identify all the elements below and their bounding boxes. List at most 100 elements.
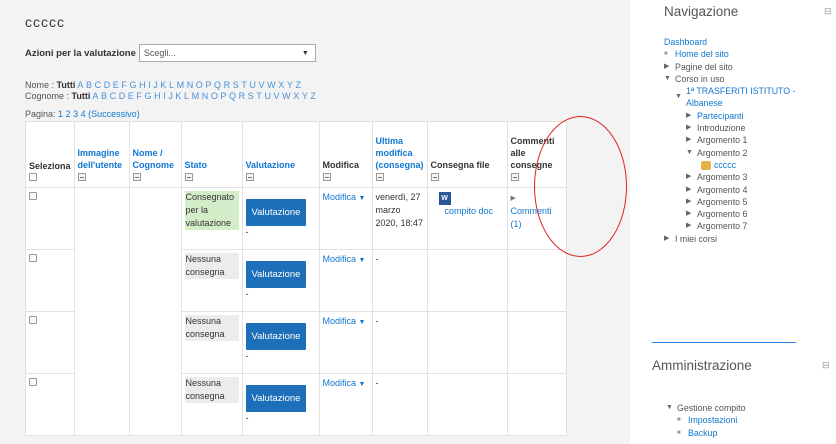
page-link[interactable]: 3	[73, 109, 78, 119]
header-last-modified[interactable]: Ultima modifica (consegna)	[371, 121, 428, 188]
initial-letter-link[interactable]: Y	[302, 91, 308, 101]
initial-letter-link[interactable]: K	[160, 80, 166, 90]
collapse-column-icon[interactable]	[77, 173, 86, 181]
initial-letter-link[interactable]: R	[239, 91, 246, 101]
initial-letter-link[interactable]: D	[104, 80, 111, 90]
grade-button[interactable]: Valutazione	[245, 385, 307, 412]
initial-letter-link[interactable]: J	[168, 91, 173, 101]
initial-letter-link[interactable]: H	[154, 91, 161, 101]
row-checkbox[interactable]	[29, 378, 37, 386]
admin-item-assignment[interactable]: ▼ Gestione compito	[666, 402, 745, 414]
initial-letter-link[interactable]: L	[169, 80, 174, 90]
initial-letter-link[interactable]: S	[248, 91, 254, 101]
collapse-icon[interactable]: ⊟	[822, 360, 830, 371]
initial-letter-link[interactable]: G	[145, 91, 152, 101]
initial-letter-link[interactable]: Z	[310, 91, 316, 101]
header-grade[interactable]: Valutazione	[241, 121, 320, 188]
nav-item-activity[interactable]: ccccc	[664, 159, 795, 171]
nav-item-home[interactable]: ■ Home del sito	[664, 48, 795, 60]
initial-letter-link[interactable]: T	[241, 80, 247, 90]
first-name-all-link[interactable]: Tutti	[57, 80, 76, 90]
grade-button[interactable]: Valutazione	[245, 261, 307, 288]
initial-letter-link[interactable]: F	[121, 80, 127, 90]
file-link[interactable]: compito doc	[431, 206, 494, 216]
initial-letter-link[interactable]: X	[278, 80, 284, 90]
initial-letter-link[interactable]: M	[177, 80, 185, 90]
initial-letter-link[interactable]: J	[153, 80, 158, 90]
initial-letter-link[interactable]: Y	[287, 80, 293, 90]
initial-letter-link[interactable]: H	[139, 80, 146, 90]
initial-letter-link[interactable]: W	[282, 91, 291, 101]
nav-item-dashboard[interactable]: Dashboard	[664, 36, 795, 48]
nav-item-intro[interactable]: ▶ Introduzione	[664, 122, 795, 134]
initial-letter-link[interactable]: Z	[295, 80, 301, 90]
row-checkbox[interactable]	[29, 254, 37, 262]
collapse-column-icon[interactable]	[184, 173, 193, 181]
nav-item-topic-7[interactable]: ▶ Argomento 7	[664, 220, 795, 232]
collapse-icon[interactable]: ⊟	[824, 6, 832, 17]
grading-actions-select[interactable]: Scegli... ▼	[138, 44, 316, 62]
initial-letter-link[interactable]: V	[274, 91, 280, 101]
collapse-column-icon[interactable]	[132, 173, 141, 181]
initial-letter-link[interactable]: Q	[214, 80, 221, 90]
initial-letter-link[interactable]: C	[110, 91, 117, 101]
initial-letter-link[interactable]: O	[211, 91, 218, 101]
nav-item-current-course[interactable]: ▼ Corso in uso	[664, 73, 795, 85]
initial-letter-link[interactable]: B	[101, 91, 107, 101]
nav-item-topic-2[interactable]: ▼ Argomento 2	[664, 147, 795, 159]
edit-menu[interactable]: Modifica ▼	[323, 254, 366, 264]
initial-letter-link[interactable]: V	[259, 80, 265, 90]
grade-button[interactable]: Valutazione	[245, 199, 307, 226]
initial-letter-link[interactable]: B	[86, 80, 92, 90]
initial-letter-link[interactable]: I	[148, 80, 151, 90]
nav-item-topic-3[interactable]: ▶ Argomento 3	[664, 171, 795, 183]
initial-letter-link[interactable]: C	[95, 80, 102, 90]
initial-letter-link[interactable]: A	[92, 91, 98, 101]
initial-letter-link[interactable]: E	[113, 80, 119, 90]
initial-letter-link[interactable]: G	[129, 80, 136, 90]
initial-letter-link[interactable]: U	[264, 91, 271, 101]
row-checkbox[interactable]	[29, 316, 37, 324]
initial-letter-link[interactable]: X	[293, 91, 299, 101]
nav-item-topic-5[interactable]: ▶ Argomento 5	[664, 196, 795, 208]
admin-item-settings[interactable]: ■ Impostazioni	[666, 414, 745, 426]
initial-letter-link[interactable]: N	[202, 91, 209, 101]
edit-menu[interactable]: Modifica ▼	[323, 192, 366, 202]
row-checkbox[interactable]	[29, 192, 37, 200]
initial-letter-link[interactable]: S	[233, 80, 239, 90]
collapse-column-icon[interactable]	[430, 173, 439, 181]
initial-letter-link[interactable]: D	[119, 91, 126, 101]
edit-menu[interactable]: Modifica ▼	[323, 316, 366, 326]
admin-item-backup[interactable]: ■ Backup	[666, 427, 745, 439]
nav-item-topic-4[interactable]: ▶ Argomento 4	[664, 184, 795, 196]
initial-letter-link[interactable]: L	[184, 91, 189, 101]
initial-letter-link[interactable]: P	[205, 80, 211, 90]
initial-letter-link[interactable]: F	[136, 91, 142, 101]
initial-letter-link[interactable]: A	[77, 80, 83, 90]
nav-item-site-pages[interactable]: ▶ Pagine del sito	[664, 61, 795, 73]
initial-letter-link[interactable]: U	[249, 80, 256, 90]
header-status[interactable]: Stato	[180, 121, 243, 188]
expand-comments-icon[interactable]: ▶	[511, 195, 516, 202]
header-picture[interactable]: Immagine dell'utente	[73, 121, 130, 188]
initial-letter-link[interactable]: E	[128, 91, 134, 101]
initial-letter-link[interactable]: K	[175, 91, 181, 101]
initial-letter-link[interactable]: R	[224, 80, 231, 90]
last-name-all-link[interactable]: Tutti	[72, 91, 91, 101]
page-link[interactable]: 1	[58, 109, 63, 119]
nav-item-topic-1[interactable]: ▶ Argomento 1	[664, 134, 795, 146]
nav-item-participants[interactable]: ▶ Partecipanti	[664, 110, 795, 122]
page-link[interactable]: 4	[81, 109, 86, 119]
grade-button[interactable]: Valutazione	[245, 323, 307, 350]
edit-menu[interactable]: Modifica ▼	[323, 378, 366, 388]
collapse-column-icon[interactable]	[322, 173, 331, 181]
nav-item-my-courses[interactable]: ▶ I miei corsi	[664, 233, 795, 245]
initial-letter-link[interactable]: T	[256, 91, 262, 101]
initial-letter-link[interactable]: W	[267, 80, 276, 90]
nav-item-topic-6[interactable]: ▶ Argomento 6	[664, 208, 795, 220]
collapse-column-icon[interactable]	[245, 173, 254, 181]
initial-letter-link[interactable]: P	[220, 91, 226, 101]
initial-letter-link[interactable]: Q	[229, 91, 236, 101]
page-link[interactable]: 2	[66, 109, 71, 119]
collapse-column-icon[interactable]	[375, 173, 384, 181]
